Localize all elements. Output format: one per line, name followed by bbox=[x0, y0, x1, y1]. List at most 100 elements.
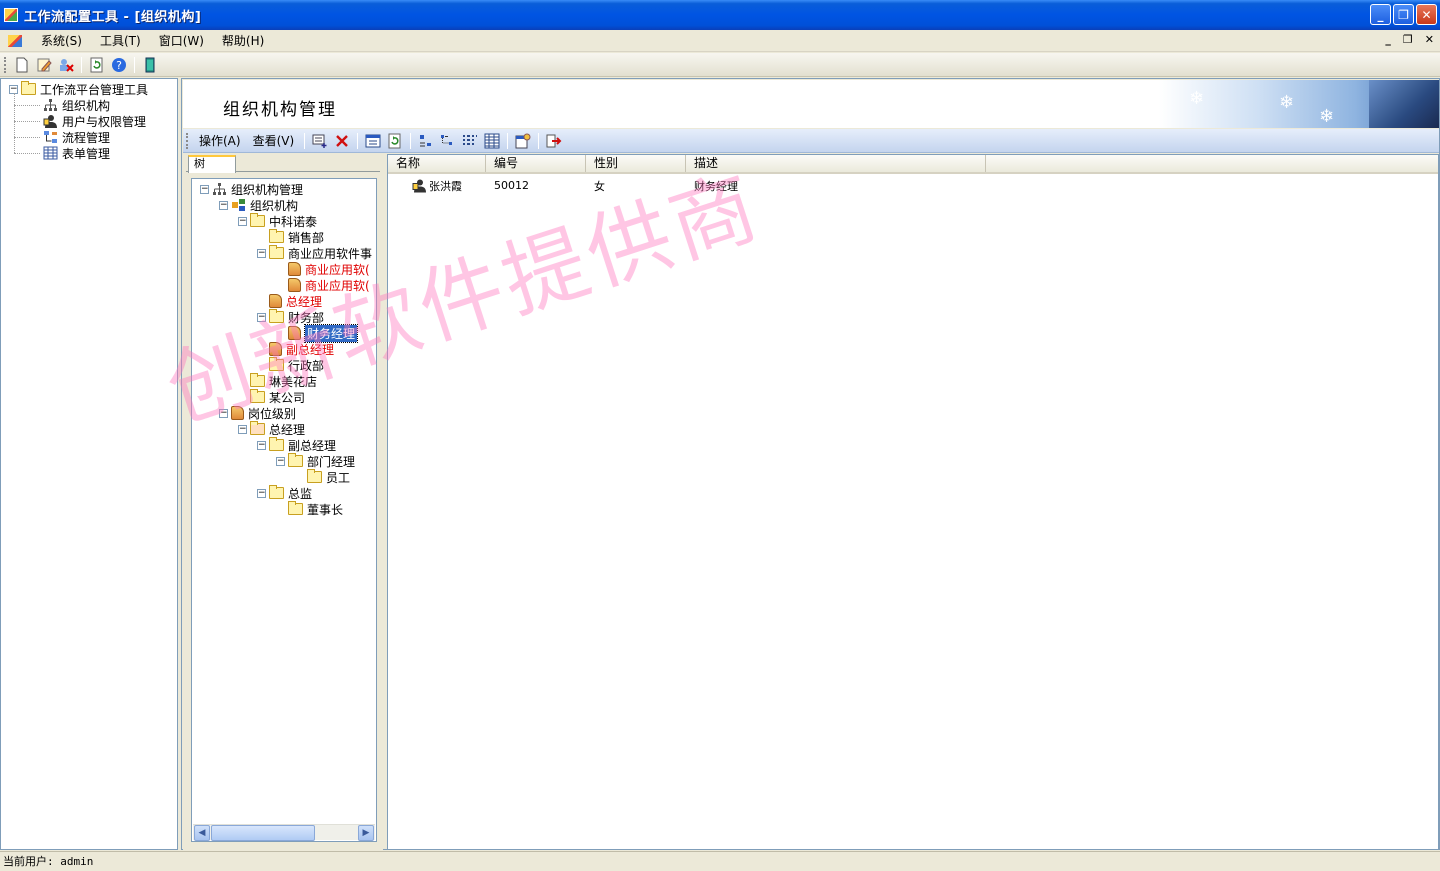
edit-button[interactable] bbox=[33, 54, 55, 76]
nav-root[interactable]: − 工作流平台管理工具 bbox=[9, 81, 148, 97]
tree-node[interactable]: 副总经理 bbox=[257, 341, 334, 357]
tree-node[interactable]: − 财务部 bbox=[257, 309, 324, 325]
nav-item-org[interactable]: 组织机构 bbox=[43, 97, 110, 113]
mdi-restore-button[interactable]: ❐ bbox=[1403, 33, 1413, 46]
new-icon bbox=[16, 57, 28, 72]
tree-node[interactable]: − 总经理 bbox=[238, 421, 305, 437]
column-header-name[interactable]: 名称 bbox=[388, 155, 486, 172]
list-view-button[interactable] bbox=[459, 130, 481, 152]
mdi-child-icon[interactable] bbox=[8, 34, 22, 47]
operate-menu[interactable]: 操作(A) bbox=[193, 130, 247, 152]
horizontal-scrollbar[interactable]: ◀ ▶ bbox=[193, 824, 375, 841]
window-controls: _ ❐ ✕ bbox=[1370, 4, 1437, 25]
tree-node[interactable]: − 组织机构 bbox=[219, 197, 298, 213]
tree-node-label: 副总经理 bbox=[288, 438, 337, 453]
add-record-icon bbox=[312, 134, 327, 148]
mdi-minimize-button[interactable]: _ bbox=[1385, 33, 1391, 46]
delete-user-button[interactable] bbox=[55, 54, 77, 76]
add-button[interactable] bbox=[309, 130, 331, 152]
person-icon bbox=[288, 326, 301, 340]
column-header-gender[interactable]: 性别 bbox=[586, 155, 686, 172]
tree-node[interactable]: − 部门经理 bbox=[276, 453, 355, 469]
tree-line bbox=[14, 121, 40, 122]
folder-icon bbox=[250, 213, 265, 227]
properties-icon bbox=[365, 134, 381, 147]
collapse-icon[interactable]: − bbox=[257, 488, 266, 498]
restore-button[interactable]: ❐ bbox=[1393, 4, 1414, 25]
details-view-button[interactable] bbox=[481, 130, 503, 152]
collapse-icon[interactable]: − bbox=[238, 216, 247, 226]
tree-node[interactable]: − 组织机构管理 bbox=[200, 181, 303, 197]
collapse-icon[interactable]: − bbox=[257, 248, 266, 258]
large-icons-button[interactable] bbox=[415, 130, 437, 152]
tree-node[interactable]: 员工 bbox=[295, 469, 350, 485]
exit-button[interactable] bbox=[543, 130, 565, 152]
mdi-controls: _ ❐ ✕ bbox=[1385, 33, 1434, 46]
refresh-button[interactable] bbox=[86, 54, 108, 76]
table-row[interactable]: 张洪霞 50012 女 财务经理 bbox=[388, 177, 986, 194]
tree-node[interactable]: − 商业应用软件事 bbox=[257, 245, 372, 261]
tree-node[interactable]: 商业应用软( bbox=[276, 261, 370, 277]
tree-node[interactable]: 财务经理 bbox=[276, 323, 359, 343]
menu-help[interactable]: 帮助(H) bbox=[213, 30, 273, 52]
folder-icon bbox=[269, 357, 284, 371]
menu-system[interactable]: 系统(S) bbox=[32, 30, 91, 52]
help-button[interactable]: ? bbox=[108, 54, 130, 76]
collapse-icon[interactable]: − bbox=[219, 200, 228, 210]
large-icons-view-icon bbox=[420, 134, 432, 146]
tree-node[interactable]: − 中科诺泰 bbox=[238, 213, 317, 229]
collapse-icon[interactable]: − bbox=[257, 440, 266, 450]
app-icon[interactable] bbox=[4, 8, 18, 22]
scroll-right-button[interactable]: ▶ bbox=[358, 825, 374, 841]
refresh-button[interactable] bbox=[384, 130, 406, 152]
org-icon bbox=[231, 198, 246, 212]
tree-node[interactable]: 某公司 bbox=[238, 389, 305, 405]
refresh-icon bbox=[90, 57, 103, 72]
collapse-icon[interactable]: − bbox=[257, 312, 266, 322]
collapse-icon[interactable]: − bbox=[276, 456, 285, 466]
tree-node[interactable]: 销售部 bbox=[257, 229, 324, 245]
nav-item-forms[interactable]: 表单管理 bbox=[43, 145, 110, 161]
exit-button[interactable] bbox=[139, 54, 161, 76]
tree-node[interactable]: 琳美花店 bbox=[238, 373, 317, 389]
new-button[interactable] bbox=[11, 54, 33, 76]
toolbar-grip[interactable] bbox=[186, 132, 189, 149]
collapse-icon[interactable]: − bbox=[219, 408, 228, 418]
scroll-thumb[interactable] bbox=[211, 825, 315, 841]
tree-node[interactable]: − 岗位级别 bbox=[219, 405, 296, 421]
toolbar-separator bbox=[357, 132, 359, 149]
minimize-button[interactable]: _ bbox=[1370, 4, 1391, 25]
tree-node[interactable]: − 副总经理 bbox=[257, 437, 336, 453]
scroll-left-button[interactable]: ◀ bbox=[194, 825, 210, 841]
tree-node-label: 财务经理 bbox=[303, 323, 359, 343]
collapse-icon[interactable]: − bbox=[238, 424, 247, 434]
menu-tools[interactable]: 工具(T) bbox=[91, 30, 150, 52]
tree-node[interactable]: − 总监 bbox=[257, 485, 312, 501]
menu-window[interactable]: 窗口(W) bbox=[150, 30, 213, 52]
nav-item-workflow[interactable]: 流程管理 bbox=[43, 129, 110, 145]
view-menu[interactable]: 查看(V) bbox=[247, 130, 301, 152]
org-window: 组织机构管理 ❄ ❄ ❄ 操作(A) 查看(V) 树 ◀ ▶ − 组织机构管理 … bbox=[181, 78, 1440, 850]
tree-line bbox=[14, 153, 40, 154]
mdi-close-button[interactable]: ✕ bbox=[1425, 33, 1434, 46]
delete-button[interactable] bbox=[331, 130, 353, 152]
tree-node[interactable]: 商业应用软( bbox=[276, 277, 370, 293]
nav-item-users[interactable]: 用户与权限管理 bbox=[43, 113, 146, 129]
close-button[interactable]: ✕ bbox=[1416, 4, 1437, 25]
tab-strip: 树 bbox=[186, 154, 380, 173]
collapse-icon[interactable]: − bbox=[200, 184, 209, 194]
exit-icon bbox=[546, 134, 562, 147]
tab-tree[interactable]: 树 bbox=[188, 155, 236, 173]
small-icons-button[interactable] bbox=[437, 130, 459, 152]
toolbar-separator bbox=[410, 132, 412, 149]
tree-node[interactable]: 总经理 bbox=[257, 293, 322, 309]
properties-button[interactable] bbox=[362, 130, 384, 152]
tree-node[interactable]: 行政部 bbox=[257, 357, 324, 373]
menu-bar: 系统(S) 工具(T) 窗口(W) 帮助(H) _ ❐ ✕ bbox=[0, 30, 1440, 52]
toolbar-grip[interactable] bbox=[4, 56, 7, 73]
tree-node[interactable]: 董事长 bbox=[276, 501, 343, 517]
settings-button[interactable] bbox=[512, 130, 534, 152]
column-header-desc[interactable]: 描述 bbox=[686, 155, 986, 172]
toolbar-separator bbox=[304, 132, 306, 149]
column-header-code[interactable]: 编号 bbox=[486, 155, 586, 172]
